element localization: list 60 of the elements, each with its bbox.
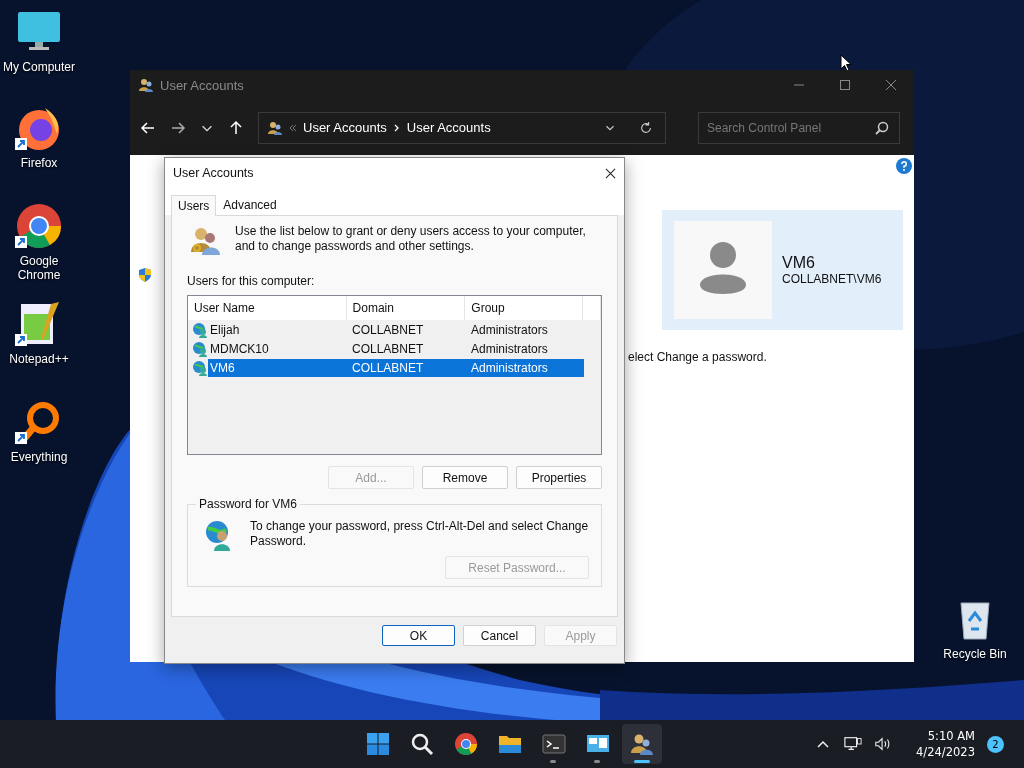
users-icon — [630, 732, 654, 756]
body-text: elect Change a password. — [628, 350, 767, 364]
browser-icon[interactable] — [15, 202, 63, 250]
browser-icon — [454, 732, 478, 756]
column-header[interactable]: Domain — [346, 296, 466, 320]
search-field[interactable]: Search Control Panel — [698, 111, 900, 144]
address-bar[interactable]: User Accounts User Accounts — [258, 111, 666, 144]
search-icon — [410, 732, 434, 756]
desktop-icon-label[interactable]: Recycle Bin — [943, 647, 1007, 661]
shield-icon — [137, 267, 153, 283]
clock-time[interactable]: 5:10 AM — [927, 728, 975, 744]
windows-logo-icon — [366, 732, 390, 756]
breadcrumb-item[interactable]: User Accounts — [406, 120, 491, 135]
table-row[interactable]: Elijah COLLABNET Administrators — [208, 320, 584, 339]
terminal-icon — [542, 732, 566, 756]
desktop-icon-label[interactable]: My Computer — [3, 60, 75, 74]
table-row[interactable]: MDMCK10 COLLABNET Administrators — [208, 339, 584, 358]
list-action-button[interactable]: Properties — [516, 466, 602, 489]
back-arrow-icon[interactable] — [140, 119, 156, 136]
search-icon — [874, 119, 890, 136]
column-header[interactable]: Group — [465, 296, 584, 320]
maximize-icon — [839, 79, 851, 91]
notification-badge[interactable]: 2 — [987, 735, 1004, 753]
user-globe-icon — [192, 359, 208, 376]
instruction-text: Use the list below to grant or deny users access to your computer, and to change passwords and other settings. — [235, 224, 587, 254]
desktop-icon-label[interactable]: Notepad++ — [9, 352, 69, 366]
group-title: Password for VM6 — [198, 497, 299, 511]
taskbar-app-button[interactable] — [622, 724, 662, 764]
dialog-title: User Accounts — [173, 166, 254, 180]
desktop-icon-label[interactable]: Firefox — [20, 156, 58, 170]
close-icon — [885, 79, 897, 91]
chevron-right-icon — [392, 123, 401, 132]
tab[interactable]: Advanced — [216, 194, 284, 215]
mouse-cursor-icon — [840, 54, 852, 72]
clock-date[interactable]: 4/24/2023 — [916, 744, 975, 760]
breadcrumb-item[interactable]: User Accounts — [303, 120, 387, 135]
desktop-icon-label[interactable]: Google Chrome — [0, 254, 78, 282]
user-globe-icon — [192, 321, 208, 338]
window-title: User Accounts — [160, 77, 244, 93]
account-name: VM6 — [782, 254, 816, 272]
user-globe-icon — [192, 340, 208, 357]
close-icon[interactable] — [605, 167, 616, 179]
password-hint-text: To change your password, press Ctrl-Alt-Del and select Change Password. — [250, 519, 589, 549]
refresh-icon[interactable] — [639, 120, 653, 135]
help-icon[interactable] — [896, 158, 912, 174]
double-chevron-icon — [289, 123, 297, 132]
network-icon[interactable] — [844, 736, 863, 752]
account-login: COLLABNET\VM6 — [782, 272, 882, 286]
list-action-button[interactable]: Remove — [422, 466, 508, 489]
users-icon — [138, 77, 154, 93]
column-header[interactable]: User Name — [188, 296, 347, 320]
list-label: Users for this computer: — [187, 274, 316, 288]
dialog-button[interactable]: OK — [382, 625, 455, 646]
desktop-icon-label[interactable]: Everything — [10, 450, 68, 464]
dialog-button[interactable]: Cancel — [463, 625, 536, 646]
users-icon — [267, 119, 283, 136]
tab[interactable]: Users — [171, 195, 217, 216]
forward-arrow-icon[interactable] — [170, 119, 186, 136]
table-row[interactable]: VM6 COLLABNET Administrators — [208, 358, 584, 377]
up-arrow-icon[interactable] — [228, 119, 244, 136]
